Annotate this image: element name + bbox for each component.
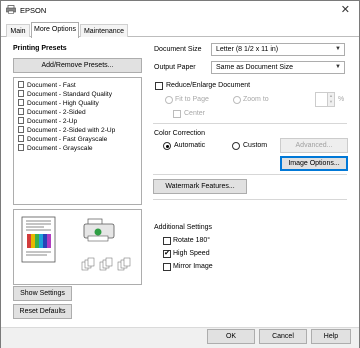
help-button[interactable]: Help — [311, 329, 351, 344]
add-remove-presets-button[interactable]: Add/Remove Presets... — [13, 58, 142, 73]
two-sided-document-icon — [18, 108, 24, 115]
center-checkbox[interactable] — [173, 110, 181, 118]
tab-bar: Main More Options Maintenance — [1, 22, 359, 38]
printer-app-icon — [6, 5, 16, 14]
title-bar: EPSON ✕ — [1, 1, 359, 19]
center-label: Center — [184, 110, 206, 117]
cancel-button[interactable]: Cancel — [259, 329, 307, 344]
percent-label: % — [338, 96, 345, 103]
list-item[interactable]: Document - Fast Grayscale — [18, 135, 107, 144]
list-item[interactable]: Document - High Quality — [18, 99, 99, 108]
document-icon — [18, 90, 24, 97]
fit-to-page-label: Fit to Page — [175, 96, 209, 103]
list-item[interactable]: Document - 2-Sided with 2-Up — [18, 126, 115, 135]
tab-more-options[interactable]: More Options — [31, 22, 79, 38]
document-size-label: Document Size — [154, 46, 202, 53]
rotate-180-label: Rotate 180° — [173, 237, 211, 244]
tab-maintenance[interactable]: Maintenance — [80, 24, 128, 37]
document-icon — [18, 81, 24, 88]
color-correction-heading: Color Correction — [154, 130, 205, 137]
image-options-button[interactable]: Image Options... — [280, 156, 348, 171]
automatic-label: Automatic — [174, 142, 206, 149]
reduce-enlarge-label: Reduce/Enlarge Document — [166, 82, 251, 89]
list-item[interactable]: Document - 2-Up — [18, 117, 77, 126]
output-paper-select[interactable]: Same as Document Size ▼ — [211, 61, 345, 74]
section-divider — [153, 123, 347, 124]
section-divider — [153, 174, 347, 175]
high-speed-label: High Speed — [173, 250, 210, 257]
window-title: EPSON — [20, 6, 47, 15]
reduce-enlarge-checkbox[interactable] — [155, 82, 163, 90]
fit-to-page-radio[interactable] — [165, 96, 173, 104]
two-sided-two-up-document-icon — [18, 126, 24, 133]
two-up-document-icon — [18, 117, 24, 124]
reset-defaults-button[interactable]: Reset Defaults — [13, 304, 72, 319]
chevron-down-icon: ▼ — [335, 46, 341, 52]
grayscale-document-icon — [18, 144, 24, 151]
print-preview-panel — [13, 209, 142, 285]
print-preview-illustration — [21, 216, 131, 271]
list-item[interactable]: Document - Grayscale — [18, 144, 93, 153]
close-icon[interactable]: ✕ — [341, 3, 350, 16]
list-item[interactable]: Document - Standard Quality — [18, 90, 112, 99]
list-item[interactable]: Document - 2-Sided — [18, 108, 86, 117]
document-icon — [18, 99, 24, 106]
list-item[interactable]: Document - Fast — [18, 81, 76, 90]
custom-radio[interactable] — [232, 142, 240, 150]
custom-label: Custom — [243, 142, 268, 149]
grayscale-document-icon — [18, 135, 24, 142]
check-mark-icon: ✔ — [164, 250, 170, 257]
presets-list[interactable]: Document - Fast Document - Standard Qual… — [13, 77, 142, 205]
automatic-radio[interactable] — [163, 142, 171, 150]
zoom-spin-buttons[interactable]: ▲ ▼ — [327, 92, 335, 107]
high-speed-checkbox[interactable]: ✔ — [163, 250, 171, 258]
epson-printer-dialog: EPSON ✕ Main More Options Maintenance Pr… — [0, 0, 360, 348]
show-settings-button[interactable]: Show Settings — [13, 286, 72, 301]
zoom-to-radio[interactable] — [233, 96, 241, 104]
advanced-button[interactable]: Advanced... — [280, 138, 348, 153]
mirror-image-label: Mirror Image — [173, 263, 213, 270]
mirror-image-checkbox[interactable] — [163, 263, 171, 271]
ok-button[interactable]: OK — [207, 329, 255, 344]
rotate-180-checkbox[interactable] — [163, 237, 171, 245]
watermark-features-button[interactable]: Watermark Features... — [153, 179, 247, 194]
section-divider — [153, 199, 347, 200]
additional-settings-heading: Additional Settings — [154, 224, 212, 231]
output-paper-label: Output Paper — [154, 64, 196, 71]
chevron-down-icon: ▼ — [335, 64, 341, 70]
zoom-to-label: Zoom to — [243, 96, 269, 103]
printing-presets-heading: Printing Presets — [13, 45, 67, 52]
tab-main[interactable]: Main — [6, 24, 30, 37]
document-size-select[interactable]: Letter (8 1/2 x 11 in) ▼ — [211, 43, 345, 56]
